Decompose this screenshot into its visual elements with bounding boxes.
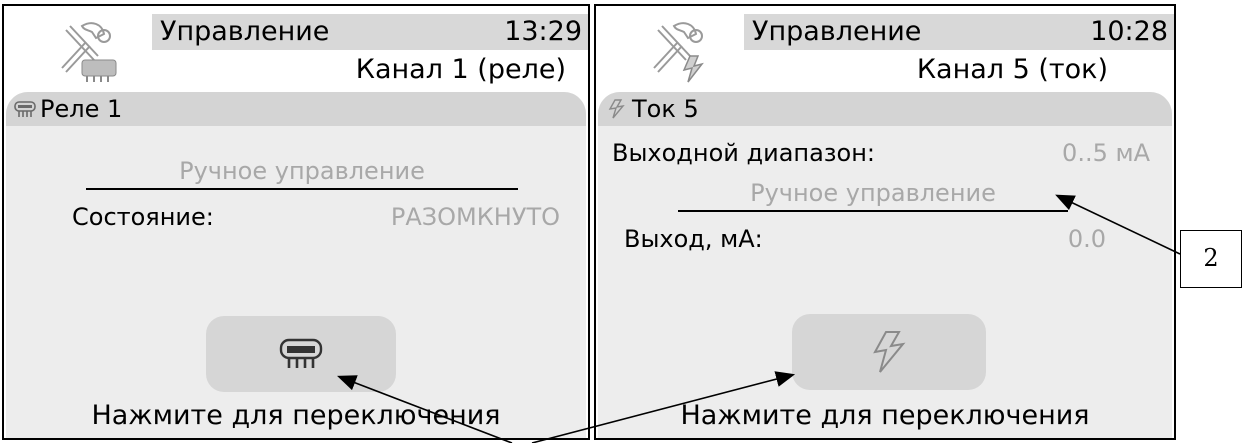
state-value: РАЗОМКНУТО (390, 203, 560, 231)
callout-label: 2 (1180, 230, 1242, 288)
tools-relay-icon (52, 16, 126, 86)
channel-subtitle: Канал 5 (ток) (916, 54, 1108, 85)
divider (86, 188, 518, 190)
section-label: Ток 5 (632, 95, 699, 123)
channel-subtitle: Канал 1 (реле) (355, 54, 566, 85)
lightning-icon (873, 331, 906, 373)
page-title: Управление (160, 16, 330, 47)
clock: 10:28 (1090, 16, 1168, 47)
toggle-current-button[interactable] (792, 314, 986, 390)
lightning-icon (606, 99, 628, 119)
output-label: Выход, мА: (624, 225, 763, 253)
current-channel-screen: Управление 10:28 Канал 5 (ток) Ток 5 Вых… (594, 4, 1176, 440)
output-range-label: Выходной диапазон: (612, 139, 876, 167)
divider (678, 210, 1068, 212)
output-value: 0.0 (1067, 225, 1106, 253)
press-to-toggle-hint: Нажмите для переключения (680, 400, 1090, 431)
relay-panel: Реле 1 Ручное управление Состояние: РАЗО… (6, 92, 586, 438)
output-range-value: 0..5 мА (1062, 139, 1150, 167)
tools-current-icon (644, 16, 718, 86)
manual-mode-label: Ручное управление (750, 179, 996, 207)
header-bar: Управление 13:29 (152, 14, 588, 50)
manual-mode-label: Ручное управление (179, 157, 425, 185)
toggle-relay-button[interactable] (206, 316, 396, 392)
page-title: Управление (752, 16, 922, 47)
header-bar: Управление 10:28 (744, 14, 1174, 50)
panel-header: Ток 5 (598, 92, 1172, 126)
relay-icon (279, 338, 323, 368)
press-to-toggle-hint: Нажмите для переключения (91, 400, 501, 431)
panel-header: Реле 1 (6, 92, 586, 126)
state-label: Состояние: (72, 203, 214, 231)
clock: 13:29 (504, 16, 582, 47)
relay-channel-screen: Управление 13:29 Канал 1 (реле) Реле 1 Р… (2, 4, 590, 440)
section-label: Реле 1 (40, 95, 123, 123)
current-panel: Ток 5 Выходной диапазон: 0..5 мА Ручное … (598, 92, 1172, 438)
relay-icon (14, 99, 36, 119)
